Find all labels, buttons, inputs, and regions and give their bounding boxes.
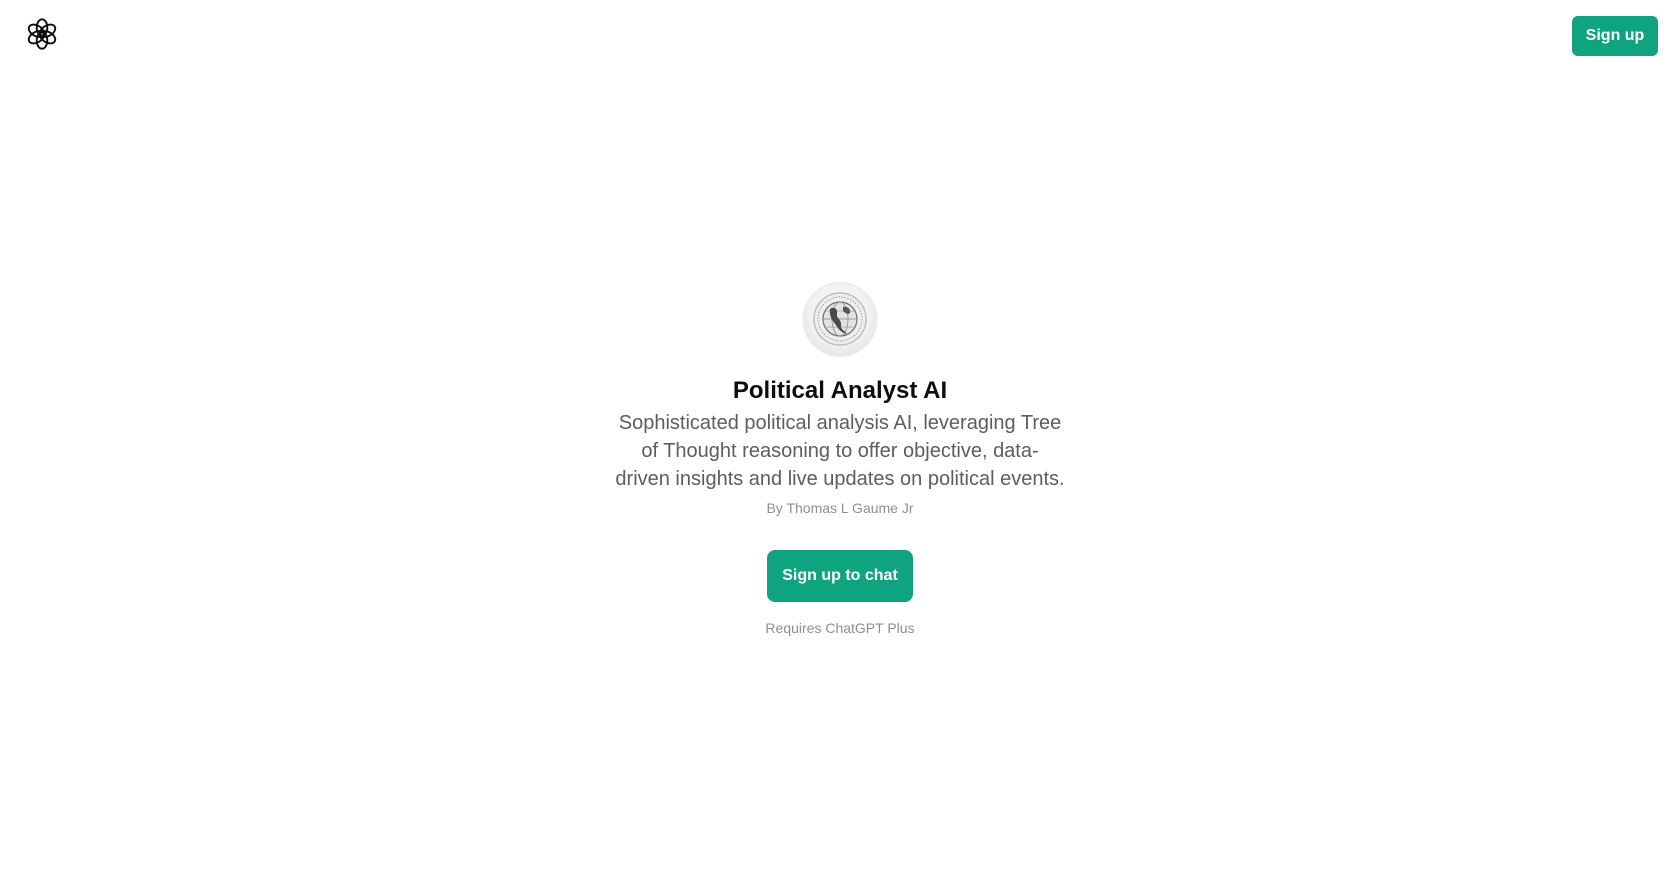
openai-logo-icon[interactable] (25, 17, 59, 51)
gpt-author: By Thomas L Gaume Jr (766, 500, 914, 516)
gpt-profile: Political Analyst AI Sophisticated polit… (0, 283, 1680, 637)
requires-plus-note: Requires ChatGPT Plus (765, 620, 915, 636)
gpt-title: Political Analyst AI (732, 377, 948, 404)
signup-to-chat-button[interactable]: Sign up to chat (767, 550, 913, 602)
openai-logo-svg (27, 18, 57, 50)
gpt-description: Sophisticated political analysis AI, lev… (615, 412, 1065, 490)
signup-button[interactable]: Sign up (1572, 16, 1658, 56)
globe-coin-icon (813, 292, 867, 346)
gpt-avatar (804, 283, 876, 355)
